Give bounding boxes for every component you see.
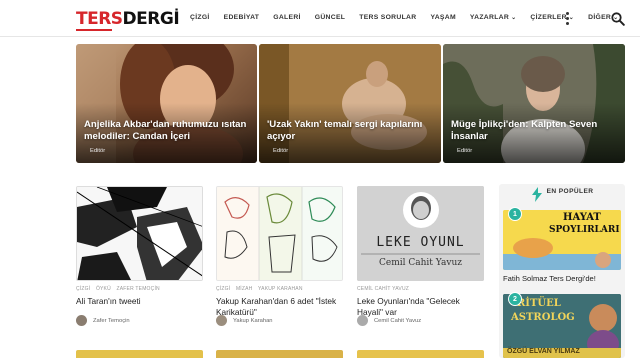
cartoon-illustration <box>217 187 342 280</box>
avatar <box>357 315 368 326</box>
popular-image[interactable]: RİTÜEL ASTROLOG ÖZGÜ ELVAN YILMAZ <box>503 294 621 358</box>
avatar <box>216 315 227 326</box>
nav-label: YAZARLAR <box>469 14 510 21</box>
popular-image-text: ASTROLOG <box>511 312 575 323</box>
nav-item-ters-sorular[interactable]: TERS SORULAR <box>359 14 416 21</box>
nav-item-yasam[interactable]: YAŞAM <box>430 14 455 21</box>
hero-author[interactable]: Editör <box>273 148 288 154</box>
next-card-preview[interactable] <box>357 350 484 358</box>
category-link[interactable]: ÇİZGİ <box>216 286 230 292</box>
banner-subtext: Cemil Cahit Yavuz <box>379 258 462 268</box>
comic-illustration <box>77 187 202 280</box>
article-image[interactable]: LEKE OYUNL Cemil Cahit Yavuz <box>357 186 484 281</box>
category-link[interactable]: MİZAH <box>236 286 253 292</box>
nav-label: EDEBİYAT <box>223 14 260 21</box>
logo-part-1: TERS <box>76 9 123 29</box>
article-image[interactable] <box>216 186 343 281</box>
hero-author[interactable]: Editör <box>457 148 472 154</box>
nav-label: DİĞER <box>588 14 612 21</box>
popular-image-text: SPOYLIRLARI <box>549 225 620 235</box>
article-card[interactable]: ÇİZGİ MİZAH YAKUP KARAHAN Yakup Karahan'… <box>216 186 343 326</box>
hero-title[interactable]: Müge İplikçi'den: Kalpten Seven İnsanlar <box>451 119 615 143</box>
popular-image-text: RİTÜEL <box>517 298 561 309</box>
article-title[interactable]: Leke Oyunları'nda "Gelecek Hayali" var <box>357 296 484 317</box>
hero-title[interactable]: 'Uzak Yakın' temalı sergi kapılarını açı… <box>267 119 431 143</box>
hero-card[interactable]: Müge İplikçi'den: Kalpten Seven İnsanlar… <box>443 44 625 163</box>
hero-author[interactable]: Editör <box>90 148 105 154</box>
banner-text: LEKE OYUNL <box>376 235 465 250</box>
sidebar-heading: EN POPÜLER <box>546 188 594 195</box>
article-categories: ÇİZGİ MİZAH YAKUP KARAHAN <box>216 286 343 292</box>
article-title[interactable]: Yakup Karahan'dan 6 adet "İstek Karikatü… <box>216 296 343 317</box>
popular-image-text: ÖZGÜ ELVAN YILMAZ <box>507 348 580 355</box>
nav-label: YAŞAM <box>430 14 456 21</box>
popular-illustration <box>503 210 621 270</box>
rank-badge: 1 <box>508 207 522 221</box>
popular-sidebar: EN POPÜLER HAYAT SPOYLIRLARI 1 Fatih Sol… <box>499 184 625 358</box>
avatar <box>76 315 87 326</box>
author-name[interactable]: Cemil Cahit Yavuz <box>374 318 421 324</box>
search-icon[interactable] <box>611 12 625 26</box>
popular-image-text: HAYAT <box>563 212 601 223</box>
site-header: TERSDERGİ ÇİZGİ EDEBİYAT GALERİ GÜNCEL T… <box>0 0 640 37</box>
article-categories: CEMİL CAHİT YAVUZ <box>357 286 484 292</box>
author-name[interactable]: Yakup Karahan <box>233 318 273 324</box>
hero-card[interactable]: 'Uzak Yakın' temalı sergi kapılarını açı… <box>259 44 441 163</box>
category-link[interactable]: ZAFER TEMOÇİN <box>117 286 160 292</box>
site-logo[interactable]: TERSDERGİ <box>76 9 180 31</box>
hero-card[interactable]: Anjelika Akbar'dan ruhumuzu ısıtan melod… <box>76 44 257 163</box>
more-menu-icon[interactable] <box>566 12 570 26</box>
article-byline[interactable]: Zafer Temoçin <box>76 315 130 326</box>
article-byline[interactable]: Cemil Cahit Yavuz <box>357 315 421 326</box>
logo-underline <box>76 29 112 31</box>
article-card[interactable]: ÇİZGİ ÖYKÜ ZAFER TEMOÇİN Ali Taran'ın tw… <box>76 186 203 326</box>
category-link[interactable]: ÇİZGİ <box>76 286 90 292</box>
popular-title[interactable]: Fatih Solmaz Ters Dergi'de! <box>503 274 596 283</box>
nav-item-edebiyat[interactable]: EDEBİYAT <box>224 14 260 21</box>
nav-item-guncel[interactable]: GÜNCEL <box>315 14 346 21</box>
hero-title[interactable]: Anjelika Akbar'dan ruhumuzu ısıtan melod… <box>84 119 247 143</box>
category-link[interactable]: ÖYKÜ <box>96 286 111 292</box>
article-byline[interactable]: Yakup Karahan <box>216 315 273 326</box>
nav-item-yazarlar[interactable]: YAZARLAR ⌄ <box>470 14 516 21</box>
article-categories: ÇİZGİ ÖYKÜ ZAFER TEMOÇİN <box>76 286 203 292</box>
chevron-down-icon: ⌄ <box>511 15 517 21</box>
category-link[interactable]: YAKUP KARAHAN <box>258 286 303 292</box>
popular-image[interactable]: HAYAT SPOYLIRLARI <box>503 210 621 270</box>
next-card-preview[interactable] <box>216 350 343 358</box>
nav-item-cizgi[interactable]: ÇİZGİ <box>190 14 210 21</box>
article-card[interactable]: LEKE OYUNL Cemil Cahit Yavuz CEMİL CAHİT… <box>357 186 484 326</box>
article-image[interactable] <box>76 186 203 281</box>
category-link[interactable]: CEMİL CAHİT YAVUZ <box>357 286 409 292</box>
article-title[interactable]: Ali Taran'ın tweeti <box>76 296 203 307</box>
rank-badge: 2 <box>508 292 522 306</box>
nav-label: GÜNCEL <box>314 14 346 21</box>
next-card-preview[interactable] <box>76 350 203 358</box>
author-name[interactable]: Zafer Temoçin <box>93 318 130 324</box>
nav-label: ÇİZGİ <box>190 14 210 21</box>
nav-label: TERS SORULAR <box>359 14 417 21</box>
nav-label: ÇİZERLER <box>530 14 567 21</box>
nav-label: GALERİ <box>273 14 301 21</box>
logo-part-2: DERGİ <box>122 9 180 29</box>
nav-item-galeri[interactable]: GALERİ <box>273 14 300 21</box>
